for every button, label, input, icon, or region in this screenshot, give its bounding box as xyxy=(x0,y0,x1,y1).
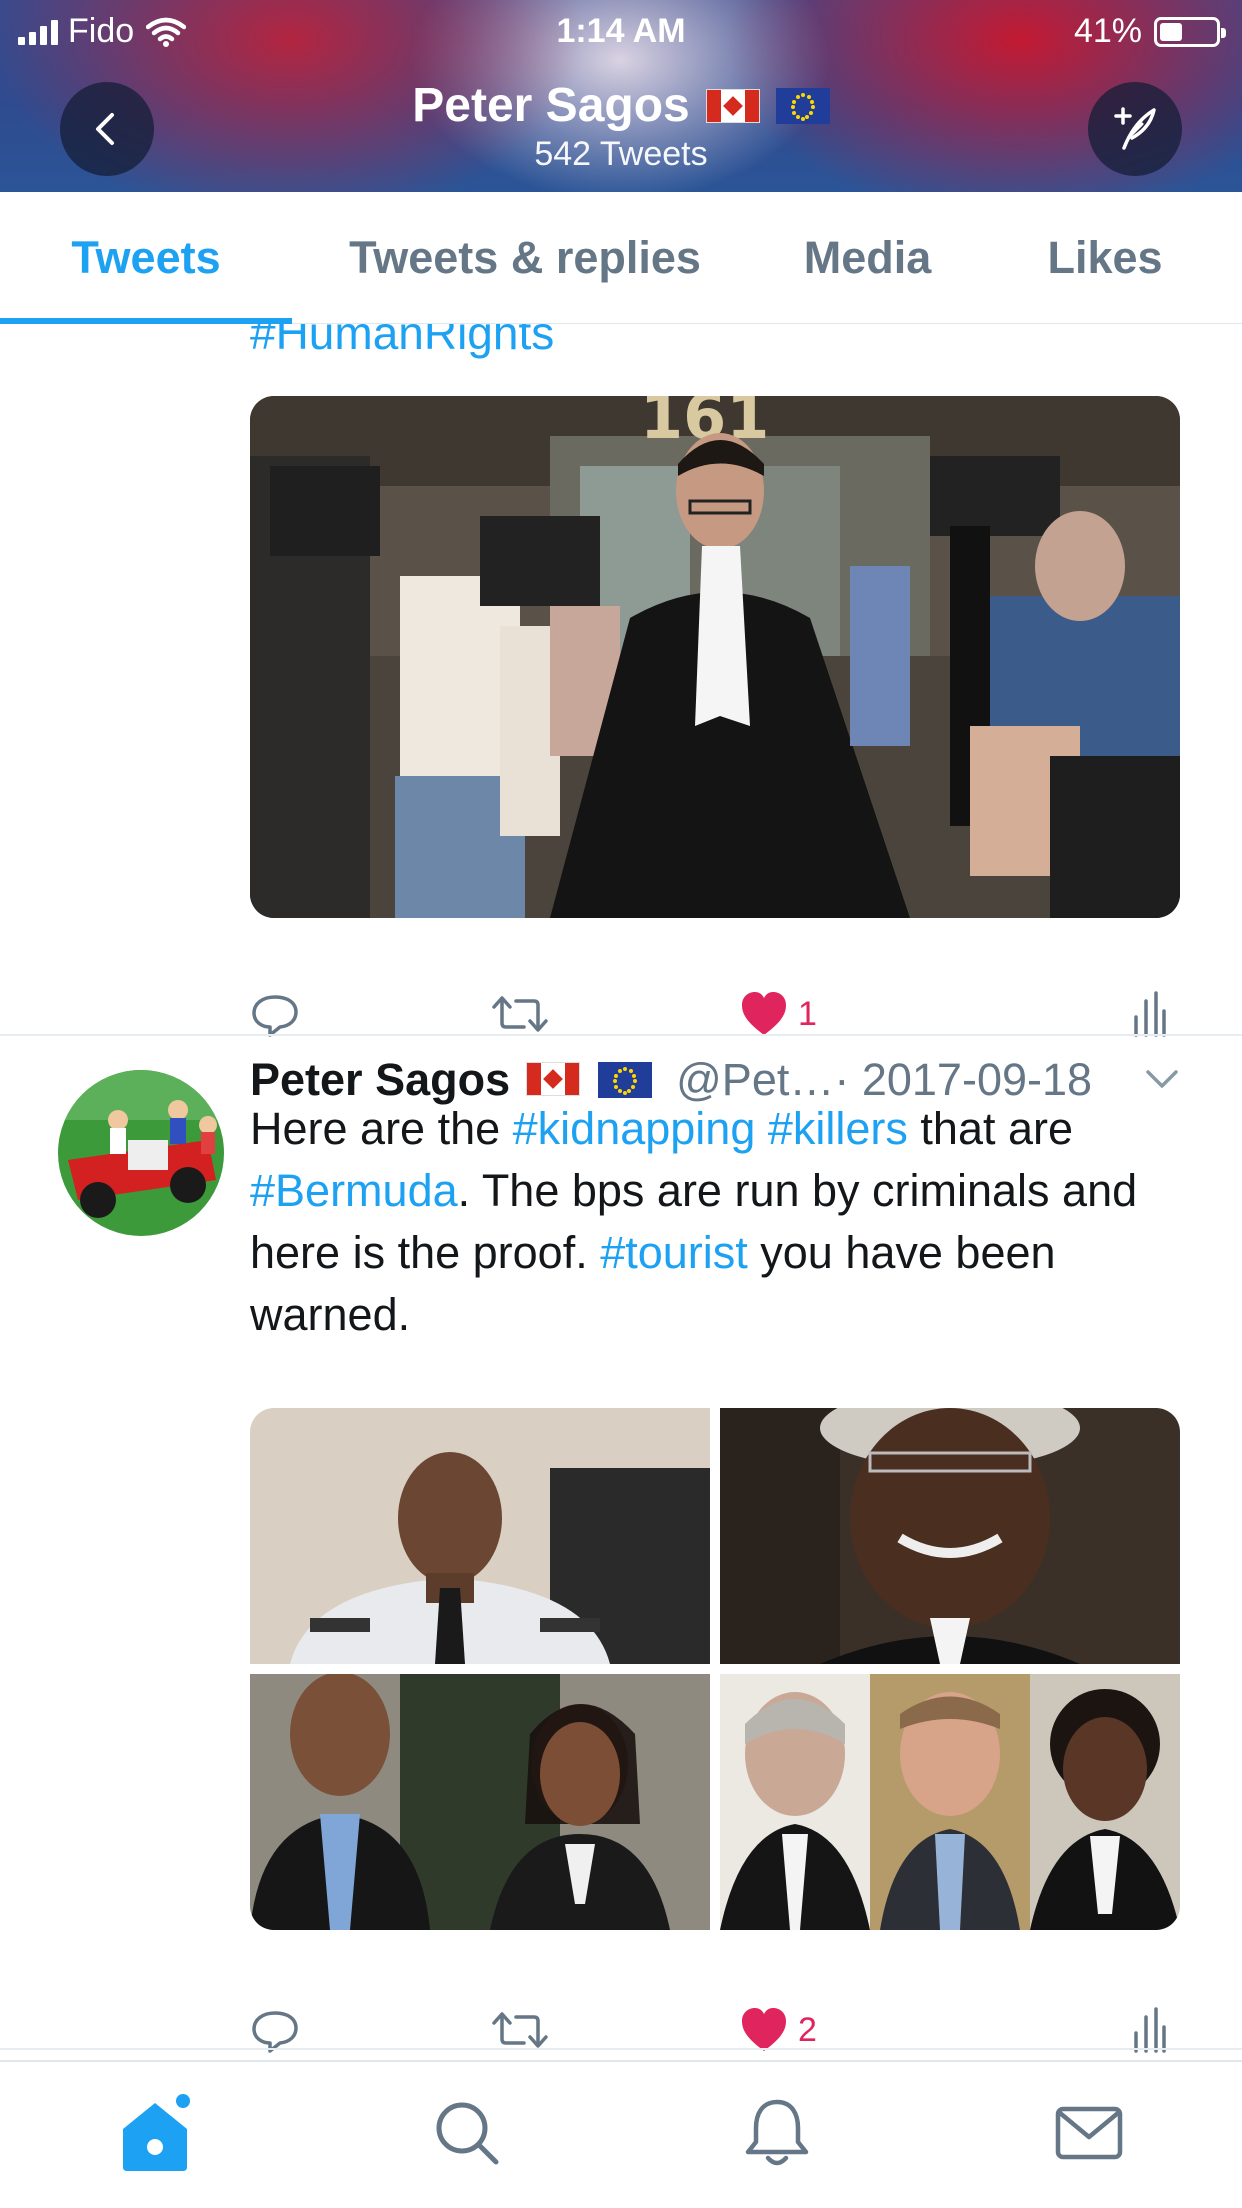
tab-tweets[interactable]: Tweets xyxy=(0,192,292,324)
profile-name: Peter Sagos xyxy=(412,79,690,132)
officer-photo xyxy=(250,1408,710,1664)
judge-photo xyxy=(720,1408,1180,1664)
analytics-icon xyxy=(1134,991,1166,1037)
profile-tabs: Tweets Tweets & replies Media Likes xyxy=(0,192,1242,324)
like-count: 2 xyxy=(798,2010,817,2049)
hashtag-link[interactable]: #tourist xyxy=(600,1227,748,1278)
notifications-icon xyxy=(745,2099,809,2166)
avatar[interactable] xyxy=(58,1070,224,1236)
hashtag-link[interactable]: #Bermuda xyxy=(250,1165,458,1216)
bottom-tab-bar xyxy=(0,2060,1242,2208)
nav-home[interactable] xyxy=(110,2088,200,2178)
eu-flag-icon xyxy=(598,1062,653,1098)
tweet-text: Here are the #kidnapping #killers that a… xyxy=(250,1098,1180,1346)
retweet-button[interactable] xyxy=(490,2000,550,2060)
hashtag-link[interactable]: #kidnapping xyxy=(513,1103,756,1154)
tweet-feed[interactable]: #HumanRights 161 1 Peter Sagos @Pet… · 2… xyxy=(0,324,1242,2060)
home-icon xyxy=(123,2094,190,2171)
nav-messages[interactable] xyxy=(1044,2088,1134,2178)
reply-button[interactable] xyxy=(250,2000,300,2060)
status-bar: Fido 1:14 AM 41% xyxy=(0,0,1242,62)
tweet-photo[interactable] xyxy=(720,1674,1180,1930)
reply-icon xyxy=(252,995,298,1037)
messages-icon xyxy=(1055,2106,1123,2160)
canada-flag-icon xyxy=(526,1062,581,1096)
tweet-count: 542 Tweets xyxy=(534,135,708,173)
tweet-photo[interactable] xyxy=(720,1408,1180,1664)
tweet-photo[interactable] xyxy=(250,1408,710,1664)
like-button[interactable]: 2 xyxy=(740,2000,817,2060)
canada-flag-icon xyxy=(705,88,760,123)
tweet-text-part: Here are the xyxy=(250,1103,513,1154)
nav-notifications[interactable] xyxy=(732,2088,822,2178)
tab-tweets-and-replies[interactable]: Tweets & replies xyxy=(310,192,740,324)
profile-header: Fido 1:14 AM 41% Peter Sagos 542 Tweets xyxy=(0,0,1242,192)
retweet-icon xyxy=(492,996,548,1032)
header-title: Peter Sagos 542 Tweets xyxy=(0,78,1242,174)
compose-tweet-icon xyxy=(1114,107,1156,150)
battery-level xyxy=(1160,22,1182,41)
chevron-down-icon[interactable] xyxy=(1144,1064,1180,1094)
tweet-divider xyxy=(0,1034,1242,1036)
tweet-divider xyxy=(0,2048,1242,2050)
heart-icon xyxy=(742,992,786,1035)
tweet-photo-grid xyxy=(250,1408,1180,1930)
couple-photo xyxy=(250,1674,710,1930)
hashtag-link[interactable]: #HumanRights xyxy=(250,324,554,360)
eu-flag-icon xyxy=(775,87,830,124)
tab-likes[interactable]: Likes xyxy=(1000,192,1210,324)
tweet-photo[interactable] xyxy=(250,1674,710,1930)
battery-percent: 41% xyxy=(1073,12,1142,50)
avatar-image xyxy=(58,1070,224,1236)
tweet-text-part: that are xyxy=(907,1103,1074,1154)
tweet-text-part xyxy=(755,1103,768,1154)
search-icon xyxy=(436,2102,499,2165)
battery-icon xyxy=(1154,16,1226,47)
like-count: 1 xyxy=(798,994,817,1033)
heart-icon xyxy=(742,2008,786,2051)
nav-search[interactable] xyxy=(422,2088,512,2178)
tweet-photo[interactable]: 161 xyxy=(250,396,1180,918)
tweet-actions: 2 xyxy=(250,2000,1180,2060)
lawyer-press-photo: 161 xyxy=(250,396,1180,918)
lawyers-photo xyxy=(720,1674,1180,1930)
compose-tweet-button[interactable] xyxy=(1088,82,1182,176)
analytics-button[interactable] xyxy=(1130,2000,1170,2060)
clock: 1:14 AM xyxy=(556,12,686,50)
hashtag-link[interactable]: #killers xyxy=(768,1103,908,1154)
tab-media[interactable]: Media xyxy=(760,192,975,324)
